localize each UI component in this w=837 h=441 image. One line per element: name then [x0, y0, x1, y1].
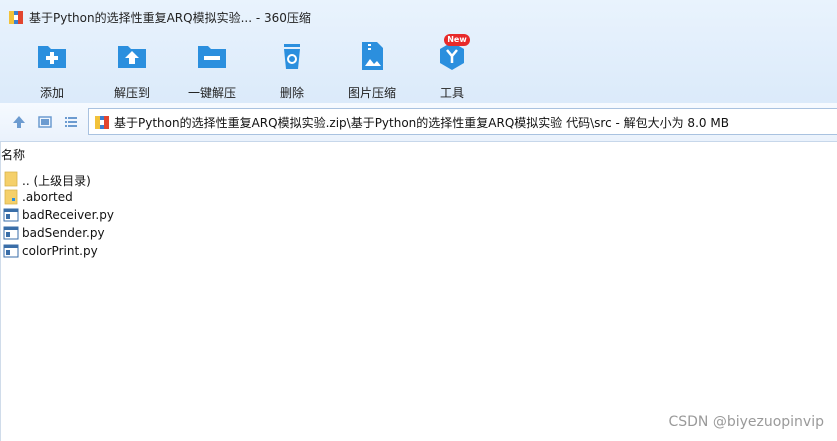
- toolbar: 添加 解压到 一键解压 删除 图片压缩 New 工具: [0, 34, 837, 103]
- folder-icon: [4, 189, 18, 205]
- extract-to-label: 解压到: [113, 86, 150, 100]
- image-compress-label: 图片压缩: [347, 86, 396, 100]
- image-compress-icon: [362, 42, 383, 70]
- list-item[interactable]: .aborted: [3, 188, 403, 206]
- one-click-extract-label: 一键解压: [187, 86, 236, 100]
- one-click-extract-icon: [198, 46, 226, 68]
- address-row: 基于Python的选择性重复ARQ模拟实验.zip\基于Python的选择性重复…: [0, 103, 837, 142]
- file-name: colorPrint.py: [22, 244, 98, 258]
- window-chrome: 基于Python的选择性重复ARQ模拟实验... - 360压缩 添加 解压到: [0, 0, 837, 103]
- delete-icon: [284, 44, 300, 69]
- extract-to-icon: [118, 46, 146, 68]
- list-item[interactable]: badSender.py: [3, 224, 403, 242]
- add-icon: [38, 46, 66, 68]
- list-item[interactable]: colorPrint.py: [3, 242, 403, 260]
- file-name: badSender.py: [22, 226, 105, 240]
- view-list-icon[interactable]: [63, 114, 79, 130]
- up-arrow-icon[interactable]: [11, 114, 27, 130]
- watermark: CSDN @biyezuopinvip: [668, 414, 824, 430]
- extract-to-button[interactable]: 解压到: [92, 40, 172, 100]
- file-name: .aborted: [22, 190, 73, 204]
- view-thumbnail-icon[interactable]: [37, 114, 53, 130]
- folder-icon: [4, 171, 18, 187]
- address-bar[interactable]: 基于Python的选择性重复ARQ模拟实验.zip\基于Python的选择性重复…: [88, 108, 837, 135]
- one-click-extract-button[interactable]: 一键解压: [172, 40, 252, 100]
- column-header-name[interactable]: 名称: [1, 146, 25, 163]
- archive-icon: [95, 116, 109, 129]
- file-list: 名称 .. (上级目录) .aborted badReceiver.py bad…: [0, 142, 837, 441]
- tools-button[interactable]: New 工具: [412, 34, 492, 100]
- list-item-parent-folder[interactable]: .. (上级目录): [3, 170, 403, 188]
- add-button[interactable]: 添加: [12, 40, 92, 100]
- tools-label: 工具: [439, 86, 464, 100]
- delete-label: 删除: [279, 86, 304, 100]
- list-item[interactable]: badReceiver.py: [3, 206, 403, 224]
- address-path: 基于Python的选择性重复ARQ模拟实验.zip\基于Python的选择性重复…: [114, 116, 729, 130]
- image-compress-button[interactable]: 图片压缩: [332, 40, 412, 100]
- python-file-icon: [3, 226, 19, 240]
- file-name: badReceiver.py: [22, 208, 114, 222]
- title-bar[interactable]: 基于Python的选择性重复ARQ模拟实验... - 360压缩: [0, 0, 837, 34]
- python-file-icon: [3, 244, 19, 258]
- window-title: 基于Python的选择性重复ARQ模拟实验... - 360压缩: [29, 11, 311, 25]
- delete-button[interactable]: 删除: [252, 40, 332, 100]
- new-badge: New: [444, 34, 470, 46]
- add-label: 添加: [39, 86, 64, 100]
- app-360zip-icon: [9, 11, 23, 24]
- python-file-icon: [3, 208, 19, 222]
- file-name: .. (上级目录): [22, 174, 91, 188]
